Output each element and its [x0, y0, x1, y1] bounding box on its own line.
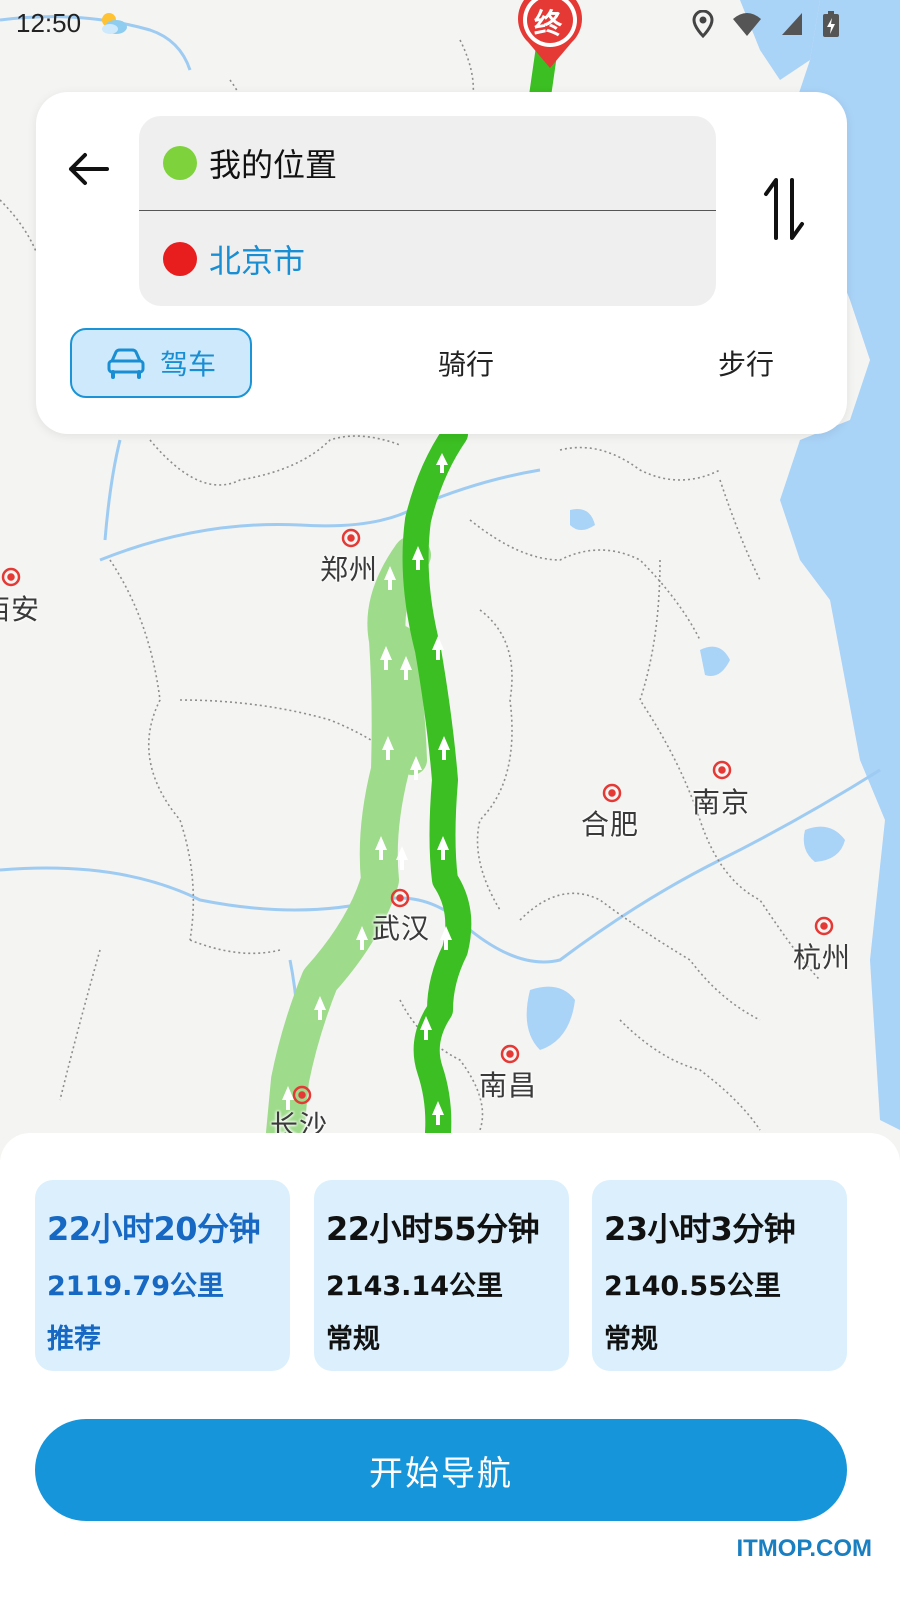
weather-icon	[98, 10, 128, 36]
route-option-card[interactable]: 22小时55分钟 2143.14公里 常规	[314, 1180, 569, 1371]
watermark: ITMOP.COM	[736, 1535, 872, 1562]
route-option-card[interactable]: 23小时3分钟 2140.55公里 常规	[592, 1180, 847, 1371]
inputs-divider	[139, 210, 716, 211]
tab-drive-label: 驾车	[159, 348, 216, 381]
city-label-wuhan: 武汉	[372, 912, 431, 945]
signal-icon	[782, 13, 802, 35]
route-options-sheet: 22小时20分钟 2119.79公里 推荐 22小时55分钟 2143.14公里…	[0, 1133, 900, 1600]
destination-dot-icon	[163, 242, 197, 276]
status-time: 12:50	[16, 8, 82, 38]
location-icon	[692, 10, 714, 38]
status-bar: 12:50	[0, 0, 900, 48]
city-label-xian: 西安	[0, 593, 41, 626]
swap-icon	[764, 178, 804, 240]
city-label-hangzhou: 杭州	[793, 941, 852, 974]
city-label-hefei: 合肥	[581, 808, 640, 841]
back-button[interactable]	[62, 142, 116, 196]
travel-mode-tabs: 驾车 骑行 步行	[36, 328, 847, 400]
route-tag: 常规	[326, 1324, 380, 1355]
location-inputs: 我的位置 北京市	[139, 116, 716, 306]
city-label-nanchang: 南昌	[479, 1069, 538, 1102]
origin-field[interactable]: 我的位置	[139, 116, 716, 210]
route-search-card: 我的位置 北京市 驾车 骑行 步行	[36, 92, 847, 434]
route-tag: 推荐	[47, 1324, 101, 1355]
wifi-icon	[733, 13, 761, 36]
route-time: 22小时55分钟	[326, 1210, 540, 1248]
tab-bike[interactable]: 骑行	[416, 328, 516, 398]
route-tag: 常规	[604, 1324, 658, 1355]
route-time: 22小时20分钟	[47, 1210, 261, 1248]
city-label-zhengzhou: 郑州	[320, 553, 379, 586]
route-option-card[interactable]: 22小时20分钟 2119.79公里 推荐	[35, 1180, 290, 1371]
origin-dot-icon	[163, 146, 197, 180]
destination-text: 北京市	[209, 242, 306, 280]
route-distance: 2143.14公里	[326, 1271, 503, 1302]
tab-drive[interactable]: 驾车	[70, 328, 252, 398]
back-arrow-icon	[69, 153, 109, 185]
status-icons	[692, 10, 840, 38]
route-time: 23小时3分钟	[604, 1210, 796, 1248]
battery-icon	[823, 11, 839, 37]
route-distance: 2119.79公里	[47, 1271, 224, 1302]
city-label-nanjing: 南京	[692, 786, 751, 819]
tab-bike-label: 骑行	[437, 348, 494, 381]
route-distance: 2140.55公里	[604, 1271, 781, 1302]
tab-walk-label: 步行	[717, 348, 774, 381]
origin-text: 我的位置	[209, 146, 338, 184]
destination-field[interactable]: 北京市	[139, 212, 716, 306]
swap-locations-button[interactable]	[758, 174, 810, 244]
tab-walk[interactable]: 步行	[696, 328, 796, 398]
start-navigation-button[interactable]: 开始导航	[35, 1419, 847, 1521]
car-icon	[107, 348, 145, 379]
